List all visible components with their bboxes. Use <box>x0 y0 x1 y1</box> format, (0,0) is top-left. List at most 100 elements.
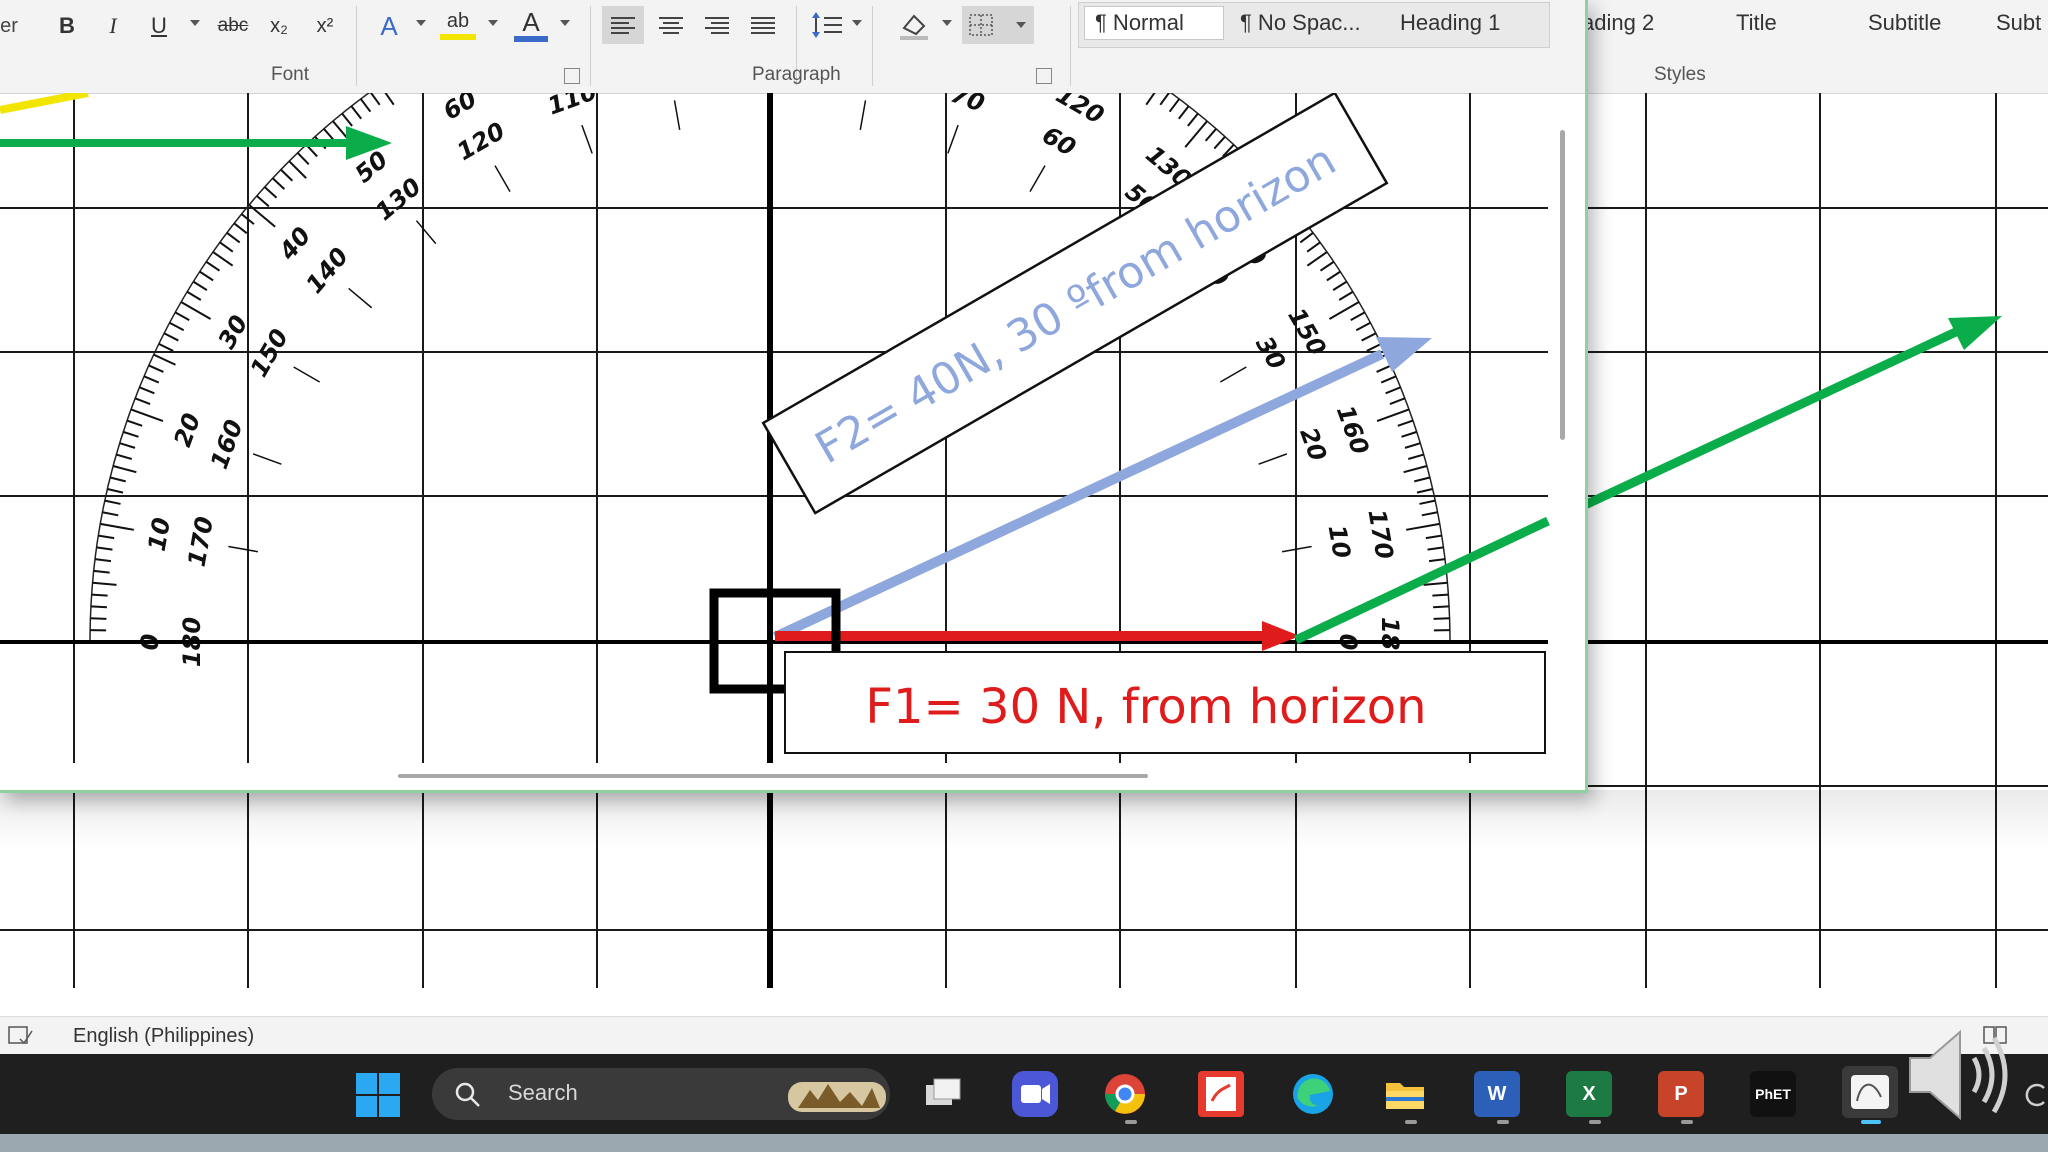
protractor-tick <box>1428 558 1446 563</box>
protractor-tick <box>116 453 132 460</box>
whiteboard-app-button[interactable] <box>1842 1066 1898 1118</box>
protractor-tick <box>92 581 117 586</box>
protractor-tick <box>93 569 110 574</box>
underline-button[interactable]: U <box>144 8 174 44</box>
popup-ribbon: er B I U abc x₂ x² A ab A Font Paragraph… <box>0 0 1585 94</box>
borders-dropdown-icon[interactable] <box>1016 22 1026 28</box>
excel-app-button[interactable]: X <box>1566 1071 1612 1117</box>
font-color-dropdown-icon[interactable] <box>560 20 570 26</box>
italic-button[interactable]: I <box>98 8 128 44</box>
chrome-icon <box>1105 1074 1145 1114</box>
vertical-scrollbar[interactable] <box>1560 130 1565 440</box>
style-heading-1[interactable]: Heading 1 <box>1392 6 1532 40</box>
proofing-icon[interactable] <box>8 1025 34 1047</box>
shading-dropdown-icon[interactable] <box>942 20 952 26</box>
start-button[interactable] <box>354 1071 402 1119</box>
align-left-icon <box>611 17 635 34</box>
protractor-tick <box>158 343 174 352</box>
ribbon-separator <box>356 6 357 86</box>
protractor-inner-label: 60 <box>1038 121 1081 162</box>
protractor-inner-tick <box>581 124 593 154</box>
zoom-app-button[interactable] <box>1012 1071 1058 1117</box>
line-spacing-button[interactable] <box>808 6 848 44</box>
protractor-tick <box>280 168 294 182</box>
protractor-tick <box>341 112 353 127</box>
protractor-tick <box>139 386 155 395</box>
protractor-tick <box>288 160 307 179</box>
align-left-button[interactable] <box>602 6 644 44</box>
font-color-button[interactable]: A <box>514 7 548 42</box>
protractor-inner-label: 160 <box>205 416 248 473</box>
paragraph-dialog-launcher-icon[interactable] <box>1036 68 1052 84</box>
protractor-tick <box>1401 430 1418 438</box>
speaker-icon[interactable] <box>1904 1018 2014 1128</box>
protractor-tick <box>1328 301 1360 320</box>
word-app-button[interactable]: W <box>1474 1071 1520 1117</box>
edge-app-button[interactable] <box>1290 1071 1336 1117</box>
superscript-button[interactable]: x² <box>310 8 340 44</box>
file-explorer-button[interactable] <box>1382 1071 1428 1117</box>
align-right-button[interactable] <box>696 6 738 44</box>
protractor-inner-tick <box>252 453 282 465</box>
task-view-button[interactable] <box>920 1071 966 1117</box>
protractor-tick <box>1376 408 1410 422</box>
subscript-button[interactable]: x₂ <box>264 8 294 44</box>
protractor-inner-tick <box>859 100 867 131</box>
ribbon-separator <box>1070 6 1071 86</box>
language-indicator[interactable]: English (Philippines) <box>73 1025 254 1048</box>
popup-window[interactable]: er B I U abc x₂ x² A ab A Font Paragraph… <box>0 0 1588 793</box>
protractor-tick <box>90 617 107 620</box>
highlight-dropdown-icon[interactable] <box>488 20 498 26</box>
protractor-tick <box>180 301 212 320</box>
text-effects-dropdown-icon[interactable] <box>416 20 426 26</box>
protractor-inner-tick <box>1029 165 1046 193</box>
pdf-app-button[interactable] <box>1198 1071 1244 1117</box>
underline-dropdown-icon[interactable] <box>190 20 200 26</box>
protractor-inner-tick <box>947 124 959 154</box>
running-indicator <box>1497 1120 1509 1124</box>
line-spacing-dropdown-icon[interactable] <box>852 20 862 26</box>
align-center-button[interactable] <box>650 6 692 44</box>
protractor-tick <box>1350 311 1366 321</box>
protractor-outer-label: 40 <box>273 222 317 266</box>
search-box[interactable]: Search <box>432 1068 890 1120</box>
chrome-app-button[interactable] <box>1102 1071 1148 1117</box>
task-view-icon <box>926 1078 961 1105</box>
f1-label: F1= 30 N, from horizon <box>865 679 1426 735</box>
protractor-tick <box>148 364 164 373</box>
phet-app-button[interactable]: PhET <box>1750 1071 1796 1117</box>
text-effects-button[interactable]: A <box>372 8 406 44</box>
protractor-tick <box>109 476 126 483</box>
powerpoint-app-button[interactable]: P <box>1658 1071 1704 1117</box>
protractor-outer-label: 170 <box>1362 507 1398 561</box>
highlight-button[interactable]: ab <box>440 8 476 40</box>
protractor-tick <box>226 231 241 244</box>
justify-button[interactable] <box>742 6 784 44</box>
protractor-tick <box>130 408 164 422</box>
protractor-tick <box>1419 499 1436 505</box>
sync-icon[interactable] <box>2024 1080 2048 1110</box>
running-indicator <box>1125 1120 1137 1124</box>
protractor-tick <box>1406 522 1440 531</box>
font-dialog-launcher-icon[interactable] <box>564 68 580 84</box>
shading-button[interactable] <box>894 6 934 44</box>
borders-button[interactable] <box>962 6 1034 44</box>
style-normal[interactable]: ¶ Normal <box>1084 6 1224 40</box>
vector-diagram: 0180101702016030150401405013060120701108… <box>0 93 1550 763</box>
protractor-tick <box>1145 93 1156 106</box>
protractor-inner-label: 170 <box>183 515 219 569</box>
protractor-tick <box>98 534 115 540</box>
protractor-inner-label: 130 <box>370 172 426 226</box>
strikethrough-button[interactable]: abc <box>212 8 254 44</box>
horizontal-scrollbar[interactable] <box>398 774 1148 778</box>
protractor-tick <box>90 605 107 609</box>
protractor-tick <box>1427 546 1444 551</box>
status-bar: English (Philippines) <box>0 1016 2048 1055</box>
style-no-spacing[interactable]: ¶ No Spac... <box>1232 6 1382 40</box>
protractor-tick <box>186 290 202 301</box>
protractor-tick <box>1376 364 1392 373</box>
protractor-tick <box>134 397 151 405</box>
bold-button[interactable]: B <box>52 8 82 44</box>
protractor-tick <box>350 105 362 120</box>
protractor-inner-label: 140 <box>300 242 354 298</box>
